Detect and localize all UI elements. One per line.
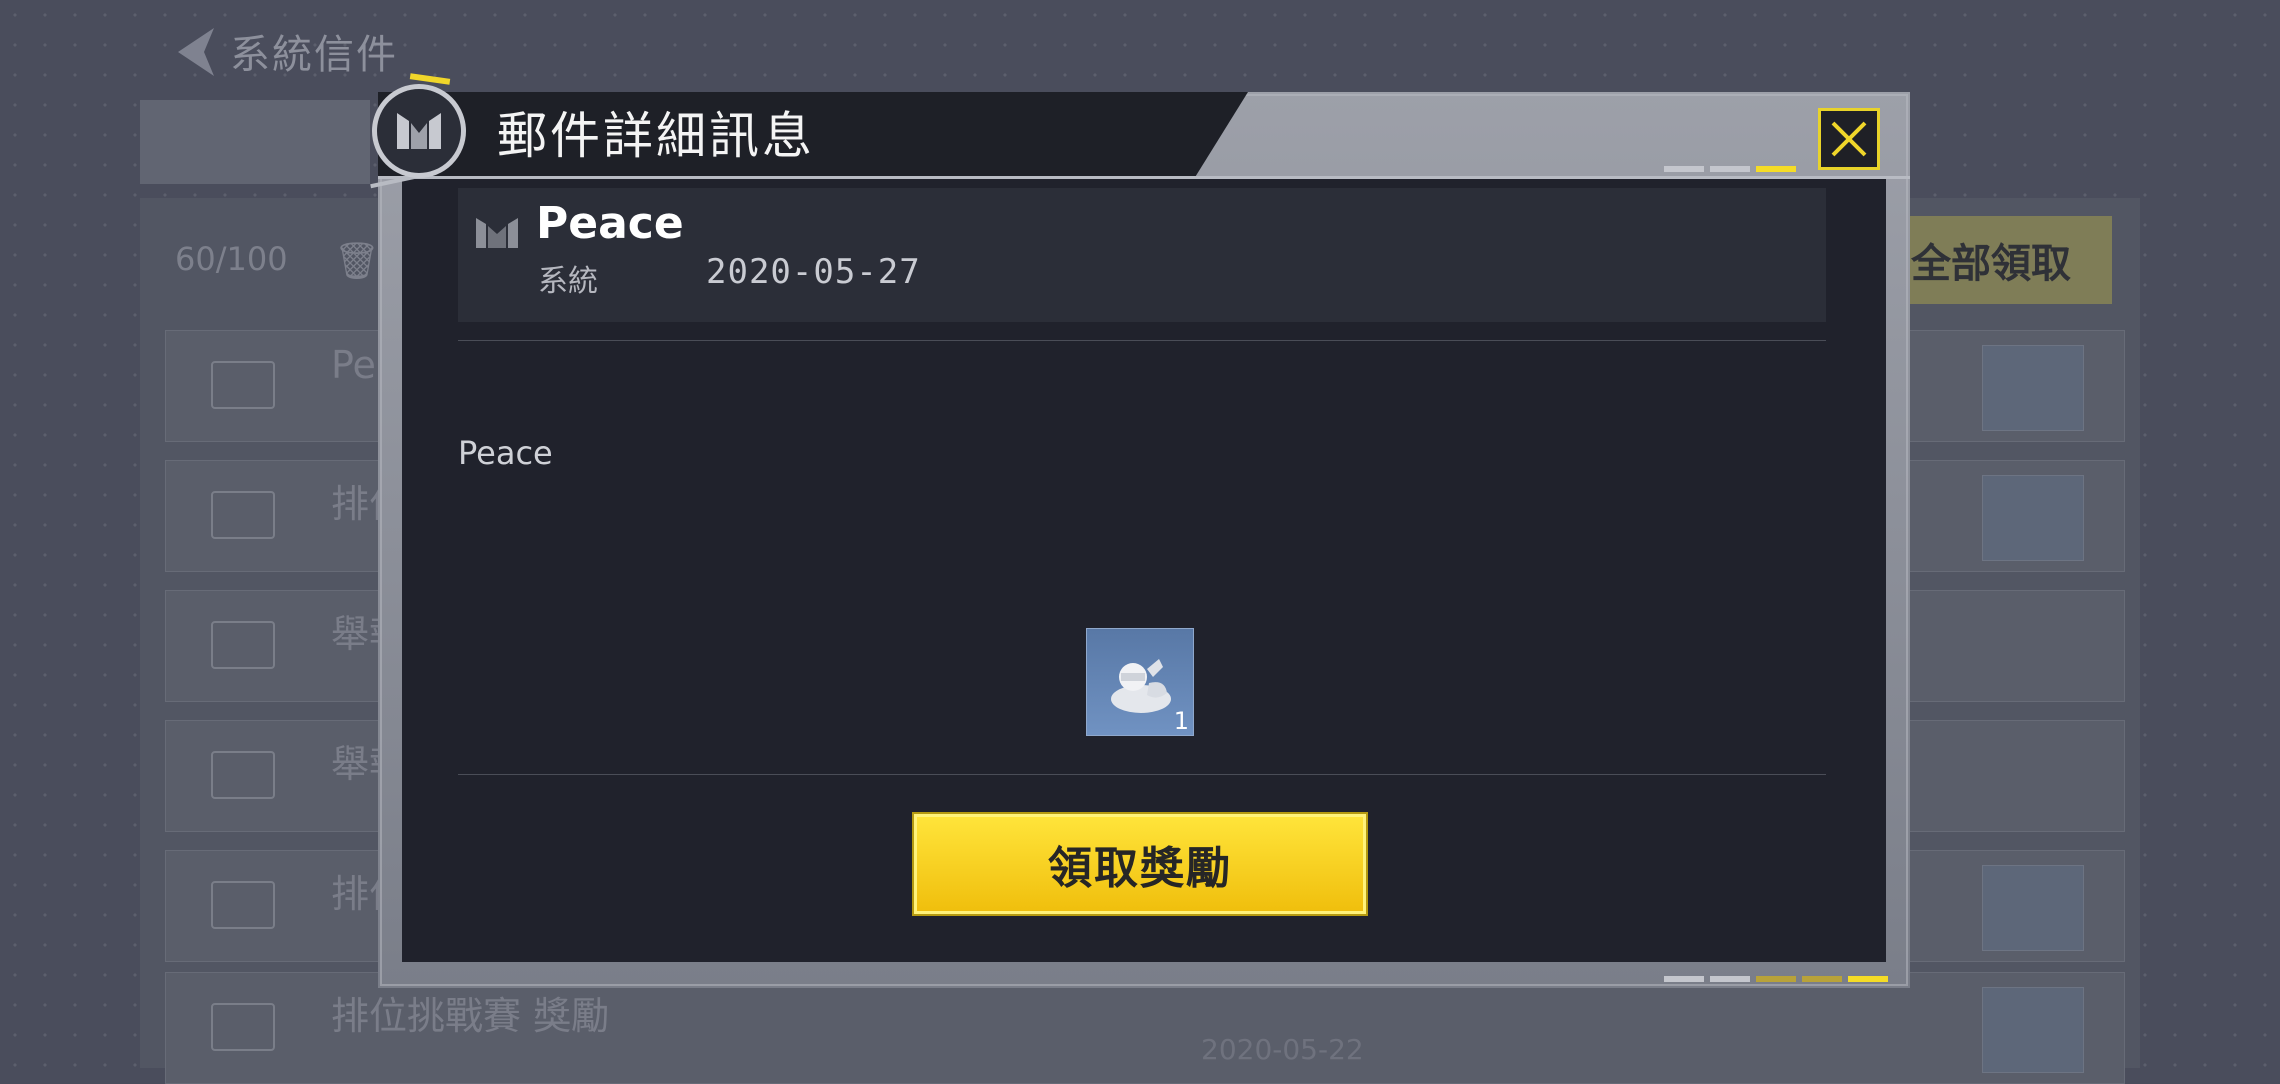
back-button[interactable] <box>160 22 232 82</box>
reward-thumb-icon <box>1982 345 2084 431</box>
decor-stripes <box>1664 166 1796 172</box>
mail-body: Peace <box>458 434 553 472</box>
envelope-icon <box>211 1003 275 1051</box>
trash-icon[interactable]: 🗑 <box>334 240 380 282</box>
close-icon <box>1831 121 1867 157</box>
envelope-icon <box>211 361 275 409</box>
decor-stripes <box>1664 976 1888 982</box>
logo-accent <box>409 73 451 85</box>
mail-item-date: 2020-05-22 <box>1201 1033 1364 1066</box>
header-divider <box>378 176 1910 179</box>
mail-item-title: 排位挑戰賽 獎勵 <box>331 994 610 1038</box>
reward-thumb-icon <box>1982 475 2084 561</box>
system-sender-icon <box>476 218 518 248</box>
page-title: 系統信件 <box>230 32 398 78</box>
envelope-icon <box>211 751 275 799</box>
mail-count: 60/100 <box>175 240 288 278</box>
envelope-icon <box>211 881 275 929</box>
game-logo-icon <box>372 84 466 178</box>
divider <box>458 340 1826 341</box>
envelope-icon <box>211 491 275 539</box>
mail-tab[interactable] <box>140 100 370 184</box>
modal-title: 郵件詳細訊息 <box>497 107 815 165</box>
reward-item[interactable]: 1 <box>1086 628 1194 736</box>
claim-reward-button[interactable]: 領取獎勵 <box>912 812 1368 916</box>
mail-date: 2020-05-27 <box>706 252 921 292</box>
close-button[interactable] <box>1818 108 1880 170</box>
mail-list-item[interactable]: 排位挑戰賽 獎勵 2020-05-22 <box>165 972 2125 1084</box>
sender-type: 系統 <box>538 264 598 299</box>
back-arrow-icon <box>178 28 214 76</box>
envelope-icon <box>211 621 275 669</box>
divider <box>458 774 1826 775</box>
reward-thumb-icon <box>1982 865 2084 951</box>
reward-thumb-icon <box>1982 987 2084 1073</box>
reward-count: 1 <box>1173 707 1189 735</box>
sender-name: Peace <box>536 198 684 249</box>
